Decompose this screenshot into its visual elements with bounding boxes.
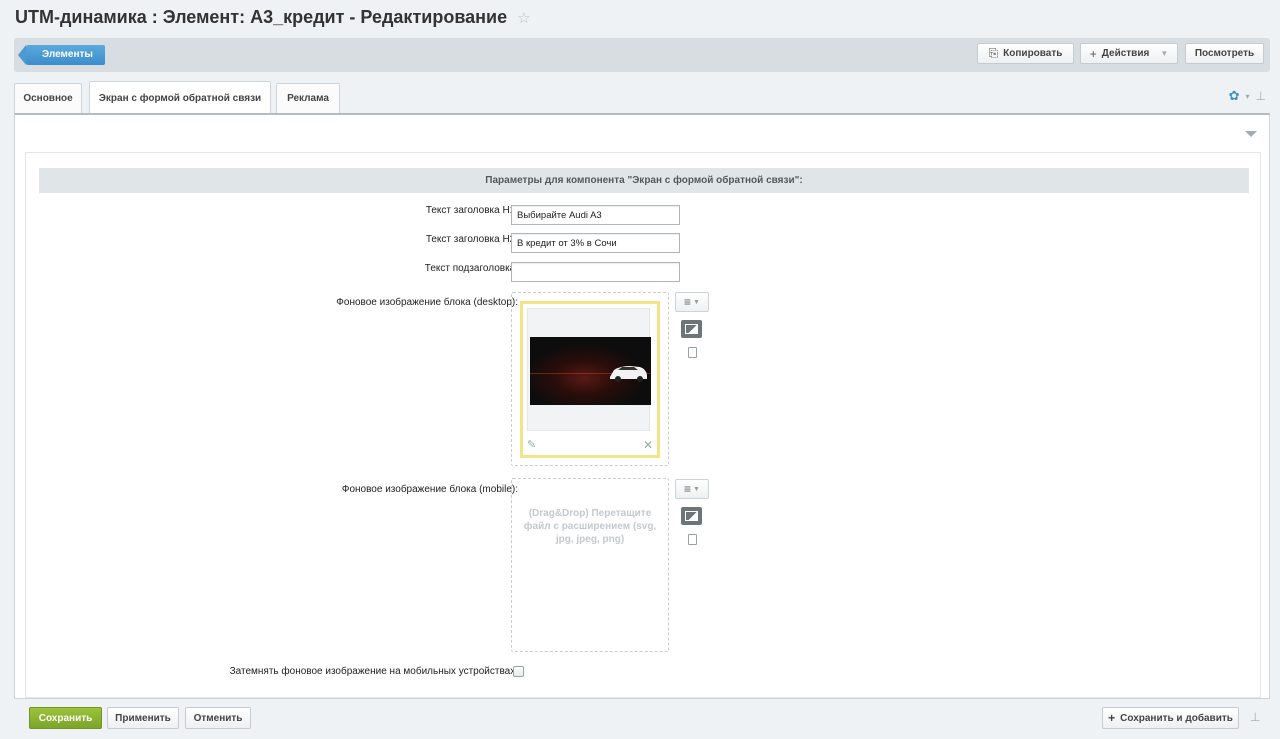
bg-mobile-dropzone[interactable]: (Drag&Drop) Перетащите файл с расширение… [511, 478, 669, 652]
tab-label: Основное [23, 93, 73, 104]
cancel-button[interactable]: Отменить [185, 707, 251, 729]
edit-icon[interactable]: ✎ [527, 438, 536, 451]
h2-label: Текст заголовка H2: [425, 234, 518, 245]
subheading-label: Текст подзаголовка: [424, 263, 518, 274]
close-icon[interactable]: ✕ [643, 438, 653, 452]
save-button-label: Сохранить [38, 712, 93, 724]
section-heading: Параметры для компонента "Экран с формой… [39, 168, 1249, 193]
save-button[interactable]: Сохранить [29, 707, 102, 729]
tab-feedback-screen[interactable]: Экран с формой обратной связи [89, 81, 271, 114]
chevron-down-icon: ▼ [1160, 49, 1169, 58]
image-library-icon[interactable] [681, 507, 702, 525]
bg-desktop-dropzone[interactable]: ✎ ✕ [511, 292, 669, 466]
file-icon[interactable] [688, 534, 697, 545]
star-icon[interactable]: ☆ [517, 9, 530, 27]
bg-desktop-menu-button[interactable]: ≡ ▼ [675, 292, 709, 312]
h2-input[interactable] [511, 233, 680, 253]
bg-mobile-menu-button[interactable]: ≡ ▼ [675, 479, 709, 499]
save-and-add-button[interactable]: + Сохранить и добавить [1102, 707, 1239, 729]
view-button-label: Посмотреть [1194, 48, 1255, 59]
actions-button[interactable]: + Действия ▼ [1080, 43, 1178, 64]
save-and-add-label: Сохранить и добавить [1120, 712, 1233, 724]
copy-icon: ⎘ [988, 46, 999, 60]
menu-icon: ≡ [684, 482, 692, 496]
car-image [530, 337, 651, 405]
plus-icon: + [1108, 711, 1116, 725]
plus-icon: + [1089, 46, 1097, 61]
subheading-input[interactable] [511, 262, 680, 282]
collapse-arrow-icon[interactable] [1245, 131, 1257, 137]
image-library-icon[interactable] [681, 320, 702, 338]
back-button-label: Элементы [42, 49, 93, 60]
darken-checkbox[interactable] [513, 666, 524, 677]
bg-mobile-label: Фоновое изображение блока (mobile): [341, 484, 518, 495]
top-toolbar: Элементы ⎘ Копировать + Действия ▼ Посмо… [14, 38, 1270, 72]
tab-ads[interactable]: Реклама [276, 83, 340, 113]
apply-button[interactable]: Применить [107, 707, 179, 729]
chevron-down-icon: ▼ [693, 298, 700, 306]
file-icon[interactable] [688, 347, 697, 358]
back-to-elements-button[interactable]: Элементы [18, 45, 105, 65]
view-button[interactable]: Посмотреть [1185, 43, 1264, 64]
apply-button-label: Применить [115, 712, 171, 724]
chevron-down-icon: ▼ [693, 485, 700, 493]
copy-button[interactable]: ⎘ Копировать [977, 43, 1074, 64]
gear-icon[interactable]: ✿ [1229, 88, 1240, 104]
tab-label: Реклама [287, 93, 329, 104]
tab-main[interactable]: Основное [14, 83, 82, 113]
h1-input[interactable] [511, 205, 680, 225]
cancel-button-label: Отменить [193, 712, 243, 724]
bg-desktop-label: Фоновое изображение блока (desktop): [336, 297, 518, 308]
copy-button-label: Копировать [1003, 48, 1063, 59]
pin-icon[interactable]: ⊥ [1250, 710, 1260, 724]
tab-label: Экран с формой обратной связи [98, 92, 262, 104]
actions-button-label: Действия [1101, 48, 1150, 59]
pin-icon[interactable]: ⊥ [1256, 89, 1266, 103]
dropzone-hint: (Drag&Drop) Перетащите файл с расширение… [523, 508, 657, 545]
image-preview-frame [527, 308, 651, 431]
darken-label: Затемнять фоновое изображение на мобильн… [229, 666, 518, 677]
chevron-down-icon[interactable]: ▾ [1246, 92, 1250, 101]
page-title-text: UTM-динамика : Элемент: А3_кредит - Реда… [15, 7, 508, 27]
page-title: UTM-динамика : Элемент: А3_кредит - Реда… [15, 7, 531, 28]
tab-settings-area: ✿ ▾ ⊥ [1229, 88, 1266, 104]
h1-label: Текст заголовка H1: [425, 205, 518, 216]
menu-icon: ≡ [684, 295, 692, 309]
uploaded-image-card[interactable]: ✎ ✕ [520, 301, 660, 458]
